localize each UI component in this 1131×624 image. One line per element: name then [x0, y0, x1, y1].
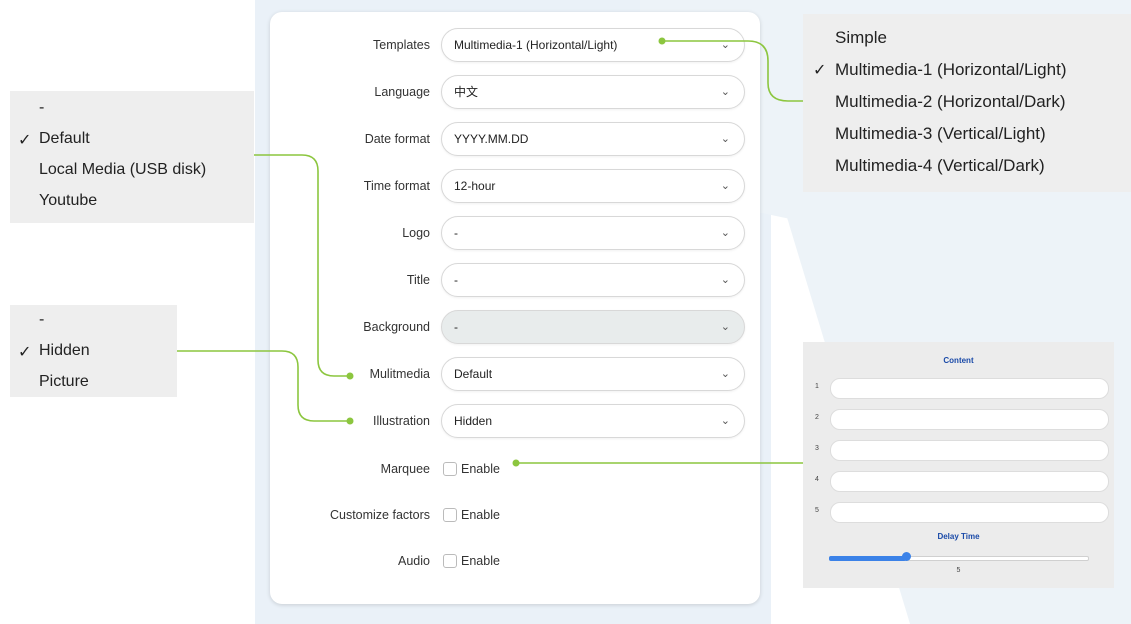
- content-field-number: 2: [815, 414, 819, 421]
- illustration-label: Illustration: [373, 414, 430, 428]
- language-label: Language: [374, 85, 430, 99]
- content-field-input[interactable]: [830, 471, 1109, 492]
- row-time-format: Time format 12-hour ⌄: [270, 169, 760, 203]
- illustration-menu-option[interactable]: Picture: [39, 373, 89, 391]
- multimedia-menu-option[interactable]: Default: [39, 130, 90, 148]
- settings-panel: Templates Multimedia-1 (Horizontal/Light)…: [270, 12, 760, 604]
- title-select[interactable]: - ⌄: [441, 263, 745, 297]
- customize-factors-enable-label: Enable: [461, 508, 500, 522]
- date-format-value: YYYY.MM.DD: [454, 132, 529, 146]
- date-format-label: Date format: [364, 132, 430, 146]
- background-value: -: [454, 320, 458, 334]
- multimedia-menu-option[interactable]: Youtube: [39, 192, 97, 210]
- multimedia-menu-option[interactable]: Local Media (USB disk): [39, 161, 206, 179]
- marquee-checkbox[interactable]: [443, 462, 457, 476]
- chevron-down-icon: ⌄: [720, 321, 730, 333]
- checkmark-icon: ✓: [18, 132, 32, 149]
- content-field-number: 4: [815, 476, 819, 483]
- templates-label: Templates: [373, 38, 430, 52]
- row-illustration: Illustration Hidden ⌄: [270, 404, 760, 438]
- illustration-menu: - Hidden ✓ Picture: [10, 305, 177, 397]
- row-customize-factors: Customize factors Enable: [270, 498, 760, 532]
- content-field-input[interactable]: [830, 409, 1109, 430]
- background-select[interactable]: - ⌄: [441, 310, 745, 344]
- audio-checkbox[interactable]: [443, 554, 457, 568]
- delay-slider-fill: [829, 556, 907, 561]
- language-select[interactable]: 中文 ⌄: [441, 75, 745, 109]
- content-field-input[interactable]: [830, 502, 1109, 523]
- chevron-down-icon: ⌄: [720, 415, 730, 427]
- marquee-label: Marquee: [380, 462, 430, 476]
- background-label: Background: [363, 320, 430, 334]
- chevron-down-icon: ⌄: [720, 274, 730, 286]
- row-date-format: Date format YYYY.MM.DD ⌄: [270, 122, 760, 156]
- date-format-select[interactable]: YYYY.MM.DD ⌄: [441, 122, 745, 156]
- row-background: Background - ⌄: [270, 310, 760, 344]
- logo-label: Logo: [402, 226, 430, 240]
- title-label: Title: [406, 273, 430, 287]
- illustration-value: Hidden: [454, 414, 493, 428]
- delay-time-label: Delay Time: [937, 532, 980, 541]
- illustration-menu-option[interactable]: Hidden: [39, 342, 90, 360]
- multimedia-menu-option[interactable]: -: [39, 99, 44, 117]
- illustration-menu-option[interactable]: -: [39, 311, 44, 329]
- row-logo: Logo - ⌄: [270, 216, 760, 250]
- templates-select[interactable]: Multimedia-1 (Horizontal/Light) ⌄: [441, 28, 745, 62]
- delay-value: 5: [956, 567, 961, 574]
- row-language: Language 中文 ⌄: [270, 75, 760, 109]
- chevron-down-icon: ⌄: [720, 86, 730, 98]
- content-field-input[interactable]: [830, 378, 1109, 399]
- checkmark-icon: ✓: [18, 344, 32, 361]
- row-templates: Templates Multimedia-1 (Horizontal/Light)…: [270, 28, 760, 62]
- chevron-down-icon: ⌄: [720, 39, 730, 51]
- chevron-down-icon: ⌄: [720, 180, 730, 192]
- customize-factors-label: Customize factors: [329, 508, 430, 522]
- templates-menu-option[interactable]: Multimedia-2 (Horizontal/Dark): [835, 92, 1066, 112]
- language-value: 中文: [454, 85, 479, 99]
- multimedia-menu: - Default ✓ Local Media (USB disk) Youtube: [10, 91, 254, 223]
- marquee-enable-label: Enable: [461, 462, 500, 476]
- templates-menu-option[interactable]: Multimedia-3 (Vertical/Light): [835, 124, 1046, 144]
- time-format-select[interactable]: 12-hour ⌄: [441, 169, 745, 203]
- logo-value: -: [454, 226, 458, 240]
- chevron-down-icon: ⌄: [720, 227, 730, 239]
- templates-menu: Simple Multimedia-1 (Horizontal/Light) ✓ Mu…: [803, 14, 1131, 192]
- customize-factors-checkbox[interactable]: [443, 508, 457, 522]
- row-audio: Audio Enable: [270, 544, 760, 578]
- content-field-number: 5: [815, 507, 819, 514]
- logo-select[interactable]: - ⌄: [441, 216, 745, 250]
- templates-menu-option[interactable]: Multimedia-1 (Horizontal/Light): [835, 60, 1066, 80]
- marquee-content-panel: Content Delay Time 5 1 2 3 4 5: [803, 342, 1114, 588]
- time-format-value: 12-hour: [454, 179, 496, 193]
- mulitmedia-label: Mulitmedia: [369, 367, 430, 381]
- illustration-select[interactable]: Hidden ⌄: [441, 404, 745, 438]
- templates-menu-option[interactable]: Simple: [835, 28, 887, 48]
- time-format-label: Time format: [363, 179, 430, 193]
- content-field-number: 1: [815, 383, 819, 390]
- checkmark-icon: ✓: [813, 62, 827, 79]
- content-field-number: 3: [815, 445, 819, 452]
- content-field-input[interactable]: [830, 440, 1109, 461]
- templates-value: Multimedia-1 (Horizontal/Light): [454, 38, 618, 52]
- templates-menu-option[interactable]: Multimedia-4 (Vertical/Dark): [835, 156, 1045, 176]
- chevron-down-icon: ⌄: [720, 368, 730, 380]
- mulitmedia-select[interactable]: Default ⌄: [441, 357, 745, 391]
- chevron-down-icon: ⌄: [720, 133, 730, 145]
- audio-label: Audio: [398, 554, 430, 568]
- mulitmedia-value: Default: [454, 367, 493, 381]
- row-title: Title - ⌄: [270, 263, 760, 297]
- content-title: Content: [943, 356, 974, 365]
- row-marquee: Marquee Enable: [270, 452, 760, 486]
- audio-enable-label: Enable: [461, 554, 500, 568]
- row-mulitmedia: Mulitmedia Default ⌄: [270, 357, 760, 391]
- title-value: -: [454, 273, 458, 287]
